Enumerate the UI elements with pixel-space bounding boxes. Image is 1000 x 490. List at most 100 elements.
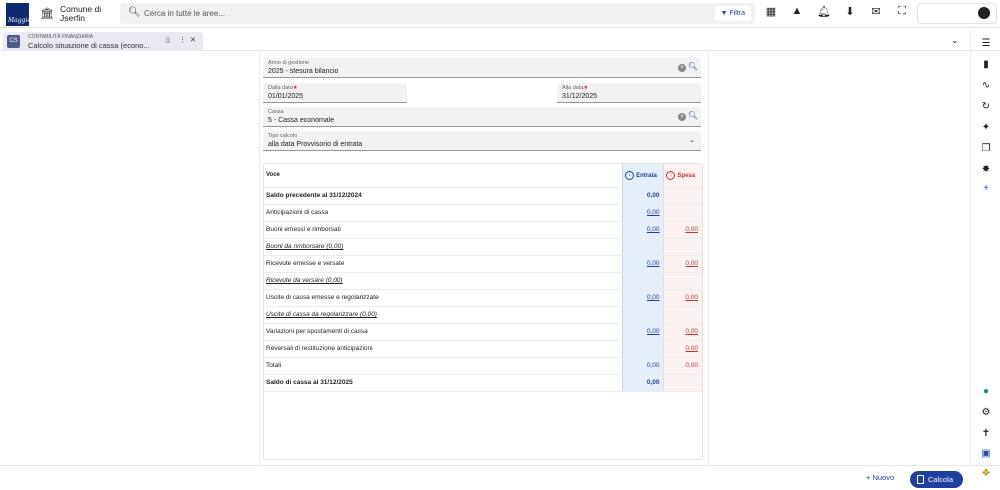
network-icon[interactable]: ✸ — [979, 164, 993, 175]
search-icon[interactable]: 🔍︎ — [688, 62, 698, 71]
col-spesa: ↑ Spesa — [662, 164, 702, 188]
filter-button[interactable]: ▼ Filtra — [714, 6, 751, 21]
trend-icon[interactable]: ∿ — [979, 80, 993, 91]
plug-icon[interactable]: ✦ — [979, 122, 993, 133]
row-label: Ricevute emesse e versate — [264, 255, 622, 273]
warning-icon[interactable]: ▲ — [789, 5, 805, 17]
filter-label: Filtra — [729, 10, 745, 17]
calcola-button[interactable]: Calcola — [910, 471, 963, 488]
calcola-label: Calcola — [928, 475, 954, 484]
anno-label: Anno di gestione — [268, 60, 309, 66]
anno-value[interactable]: 2025 - stesura bilancio — [268, 68, 338, 75]
table-row: Variazioni per spostamenti di cassa 0,00… — [264, 323, 702, 341]
tipo-calcolo-select[interactable]: Tipo calcolo alla data Provvisorio di en… — [263, 131, 701, 151]
clear-icon[interactable]: × — [678, 64, 686, 72]
table-row: Totali 0,00 0,00 — [264, 357, 702, 375]
entrata-link[interactable]: 0,00 — [621, 289, 663, 307]
module-icon: CS — [7, 35, 20, 48]
entrata-value: 0,00 — [621, 187, 663, 205]
comune-name[interactable]: Comune di Jserfin — [60, 5, 120, 23]
row-label: Variazioni per spostamenti di cassa — [264, 323, 622, 341]
alla-data-field[interactable]: Alla data★ 31/12/2025 — [557, 83, 701, 103]
top-bar: Maggioli 🏛 Comune di Jserfin 🔍︎ Cerca in… — [0, 0, 1000, 28]
tipo-value[interactable]: alla data Provvisorio di entrata — [268, 141, 362, 148]
tipo-label: Tipo calcolo — [268, 133, 298, 139]
table-row: Ricevute emesse e versate 0,00 0,00 — [264, 255, 702, 273]
tab-bar: CS CONTABILITÀ FINANZIARIA Calcolo situa… — [0, 30, 1000, 51]
logo-text: Maggioli — [8, 17, 35, 24]
alla-label: Alla data★ — [562, 85, 589, 91]
row-label: Totali — [264, 357, 622, 375]
calculator-icon — [917, 475, 924, 484]
cassa-value[interactable]: 5 - Cassa economale — [268, 117, 334, 124]
spesa-value — [662, 374, 702, 392]
table-row: Uscite di cassa da regolarizzare (0,00) — [264, 306, 702, 324]
spesa-link[interactable]: 0,00 — [662, 289, 702, 307]
fullscreen-icon[interactable]: ⛶ — [894, 5, 910, 18]
settings-icon[interactable]: ⚙ — [979, 407, 993, 418]
table-row: Reversali di restituzione anticipazioni … — [264, 340, 702, 358]
copy-icon[interactable]: ❐ — [979, 143, 993, 154]
spesa-link[interactable]: 0,00 — [662, 255, 702, 273]
entrata-link[interactable]: 0,00 — [621, 323, 663, 341]
row-label: Anticipazioni di cassa — [264, 204, 622, 222]
spesa-link[interactable]: 0,00 — [662, 221, 702, 239]
table-row: Buoni da rimborsare (0,00) — [264, 238, 702, 256]
download-icon[interactable]: ⬇ — [842, 5, 858, 18]
tab-calcolo-situazione-cassa[interactable]: CS CONTABILITÀ FINANZIARIA Calcolo situa… — [3, 32, 203, 51]
spesa-value: 0,00 — [662, 357, 702, 375]
bell-icon[interactable]: 🔔︎ — [816, 5, 832, 18]
table-row: Buoni emessi e rimborsati 0,00 0,00 — [264, 221, 702, 239]
chevron-down-icon[interactable]: ⌄ — [689, 136, 695, 144]
dalla-value[interactable]: 01/01/2025 — [268, 93, 303, 100]
chat-icon[interactable]: ▣ — [979, 448, 993, 459]
dalla-label: Dalla data★ — [268, 85, 298, 91]
spesa-value — [662, 238, 702, 256]
table-row: Uscite di cassa emesse e regolarizzate 0… — [264, 289, 702, 307]
situazione-cassa-table: Voce ↓ Entrata ↑ Spesa Saldo precedente al… — [263, 163, 703, 460]
entrata-link[interactable]: 0,00 — [621, 221, 663, 239]
dalla-data-field[interactable]: Dalla data★ 01/01/2025 — [263, 83, 407, 103]
close-icon[interactable]: ✕ — [190, 36, 196, 44]
entrata-link[interactable]: 0,00 — [621, 255, 663, 273]
nuovo-label: Nuovo — [872, 473, 895, 482]
table-row: Ricevute da versare (0,00) — [264, 272, 702, 290]
row-label: Uscite di cassa emesse e regolarizzate — [264, 289, 622, 307]
book-icon[interactable]: ▮ — [979, 59, 993, 70]
global-search[interactable]: 🔍︎ Cerca in tutte le aree... ▼ Filtra — [120, 3, 755, 24]
nuovo-button[interactable]: + Nuovo — [866, 473, 894, 482]
spesa-link[interactable]: 0,00 — [662, 340, 702, 358]
anno-gestione-field[interactable]: Anno di gestione 2025 - stesura bilancio… — [263, 58, 701, 78]
user-menu[interactable] — [917, 3, 997, 24]
search-placeholder[interactable]: Cerca in tutte le aree... — [144, 9, 225, 18]
entrata-link[interactable]: 0,00 — [621, 204, 663, 222]
alla-value[interactable]: 31/12/2025 — [562, 93, 597, 100]
table-header-row: Voce ↓ Entrata ↑ Spesa — [264, 164, 702, 188]
spesa-value — [662, 187, 702, 205]
entrata-value — [621, 272, 663, 290]
entrata-value — [621, 340, 663, 358]
list-icon[interactable]: ☰ — [979, 38, 993, 49]
cassa-field[interactable]: Cassa 5 - Cassa economale × 🔍︎ — [263, 107, 701, 127]
maggioli-logo[interactable]: Maggioli — [6, 3, 35, 26]
history-icon[interactable]: ↻ — [979, 101, 993, 112]
search-icon: 🔍︎ — [128, 7, 141, 18]
row-label-link[interactable]: Ricevute da versare (0,00) — [264, 272, 622, 290]
chevron-down-icon[interactable]: ⌄ — [951, 35, 959, 46]
search-icon[interactable]: 🔍︎ — [688, 111, 698, 120]
location-icon[interactable]: ● — [979, 386, 993, 397]
clear-icon[interactable]: × — [678, 113, 686, 121]
dashboard-icon[interactable]: ▦ — [763, 5, 779, 18]
row-label-link[interactable]: Buoni da rimborsare (0,00) — [264, 238, 622, 256]
accessibility-icon[interactable]: ✝ — [979, 428, 993, 439]
bookmark-icon[interactable]: ▯ — [166, 36, 170, 44]
add-icon[interactable]: + — [979, 183, 993, 194]
more-icon[interactable]: ⋮ — [179, 36, 186, 44]
arrow-down-icon: ↓ — [625, 170, 635, 180]
row-label-link[interactable]: Uscite di cassa da regolarizzare (0,00) — [264, 306, 622, 324]
col-voce: Voce — [264, 164, 622, 188]
mail-icon[interactable]: ✉ — [868, 5, 884, 18]
right-toolbar: ☰ ▮ ∿ ↻ ✦ ❐ ✸ + ● ⚙ ✝ ▣ ❖ — [970, 30, 1000, 479]
spesa-link[interactable]: 0,00 — [662, 323, 702, 341]
spesa-value — [662, 272, 702, 290]
